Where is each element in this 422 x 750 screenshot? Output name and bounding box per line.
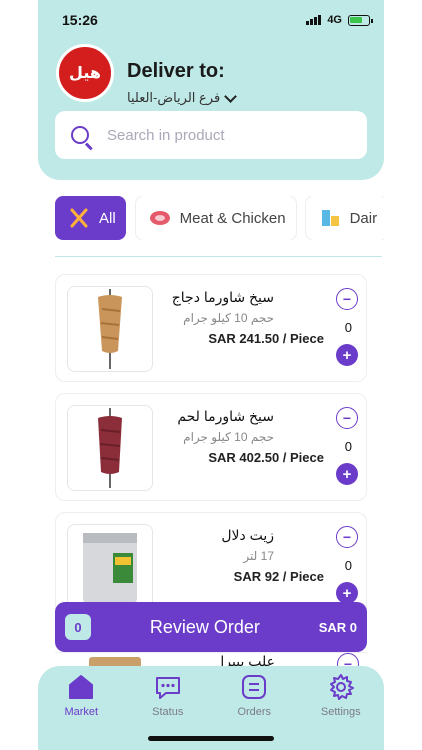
category-tabs: All Meat & Chicken Dair	[55, 196, 384, 240]
review-order-label: Review Order	[149, 616, 260, 637]
chevron-down-icon	[224, 89, 238, 103]
nav-label: Status	[152, 706, 184, 718]
product-image	[67, 405, 153, 491]
order-total: SAR 0	[318, 619, 357, 635]
network-label: 4G	[327, 14, 342, 26]
product-image	[67, 524, 153, 610]
meat-icon	[146, 204, 174, 232]
app-screen: 15:26 4G هيل Deliver to: فرع الرياض-العل…	[38, 0, 384, 750]
category-label: Dair	[349, 209, 378, 227]
status-bar: 15:26 4G	[38, 10, 384, 34]
product-name: سيخ شاورما دجاج	[171, 289, 274, 305]
product-size: حجم 10 كيلو جرام	[183, 311, 274, 325]
home-icon	[66, 672, 96, 702]
nav-settings[interactable]: Settings	[306, 672, 376, 750]
product-size: 17 لتر	[243, 549, 274, 563]
category-label: Meat & Chicken	[179, 209, 286, 227]
category-dairy[interactable]: Dair	[305, 196, 384, 240]
branch-name: فرع الرياض-العليا	[127, 90, 221, 105]
search-bar[interactable]	[55, 111, 367, 159]
product-card[interactable]: سيخ شاورما لحم حجم 10 كيلو جرام SAR 402.…	[55, 393, 367, 501]
search-icon	[71, 126, 89, 144]
category-all[interactable]: All	[55, 196, 126, 240]
cart-count-badge: 0	[65, 614, 91, 640]
category-meat-chicken[interactable]: Meat & Chicken	[135, 196, 296, 240]
increase-button[interactable]: +	[336, 463, 358, 485]
nav-market[interactable]: Market	[46, 672, 116, 750]
product-price: SAR 241.50 / Piece	[208, 331, 324, 346]
quantity-value: 0	[344, 439, 352, 454]
chat-bubble-icon	[153, 672, 183, 702]
header: 15:26 4G هيل Deliver to: فرع الرياض-العل…	[38, 0, 384, 180]
product-size: حجم 10 كيلو جرام	[183, 430, 274, 444]
section-divider	[55, 256, 382, 257]
dairy-icon	[316, 204, 344, 232]
nav-label: Settings	[320, 706, 361, 718]
signal-icon	[306, 15, 322, 25]
nav-label: Orders	[237, 706, 272, 718]
nav-label: Market	[64, 706, 99, 718]
product-card[interactable]: سيخ شاورما دجاج حجم 10 كيلو جرام SAR 241…	[55, 274, 367, 382]
status-indicators: 4G	[306, 14, 373, 26]
quantity-value: 0	[344, 558, 352, 573]
decrease-button[interactable]: −	[336, 288, 358, 310]
product-name: سيخ شاورما لحم	[177, 408, 274, 424]
gear-icon	[326, 672, 356, 702]
home-indicator	[148, 736, 274, 741]
battery-icon	[348, 14, 373, 26]
decrease-button[interactable]: −	[336, 407, 358, 429]
increase-button[interactable]: +	[336, 582, 358, 604]
product-price: SAR 402.50 / Piece	[208, 450, 324, 465]
list-icon	[239, 672, 269, 702]
quantity-value: 0	[344, 320, 352, 335]
product-name: زيت دلال	[221, 527, 274, 543]
status-time: 15:26	[62, 12, 98, 28]
branch-selector[interactable]: فرع الرياض-العليا	[127, 89, 238, 106]
search-input[interactable]	[107, 126, 347, 144]
category-label: All	[99, 209, 116, 227]
decrease-button[interactable]: −	[336, 526, 358, 548]
fork-knife-icon	[65, 204, 93, 232]
product-price: SAR 92 / Piece	[233, 569, 324, 584]
review-order-button[interactable]: 0 Review Order SAR 0	[55, 602, 367, 652]
deliver-to-title: Deliver to:	[127, 60, 225, 82]
brand-logo: هيل	[56, 44, 114, 102]
product-image	[67, 286, 153, 372]
increase-button[interactable]: +	[336, 344, 358, 366]
